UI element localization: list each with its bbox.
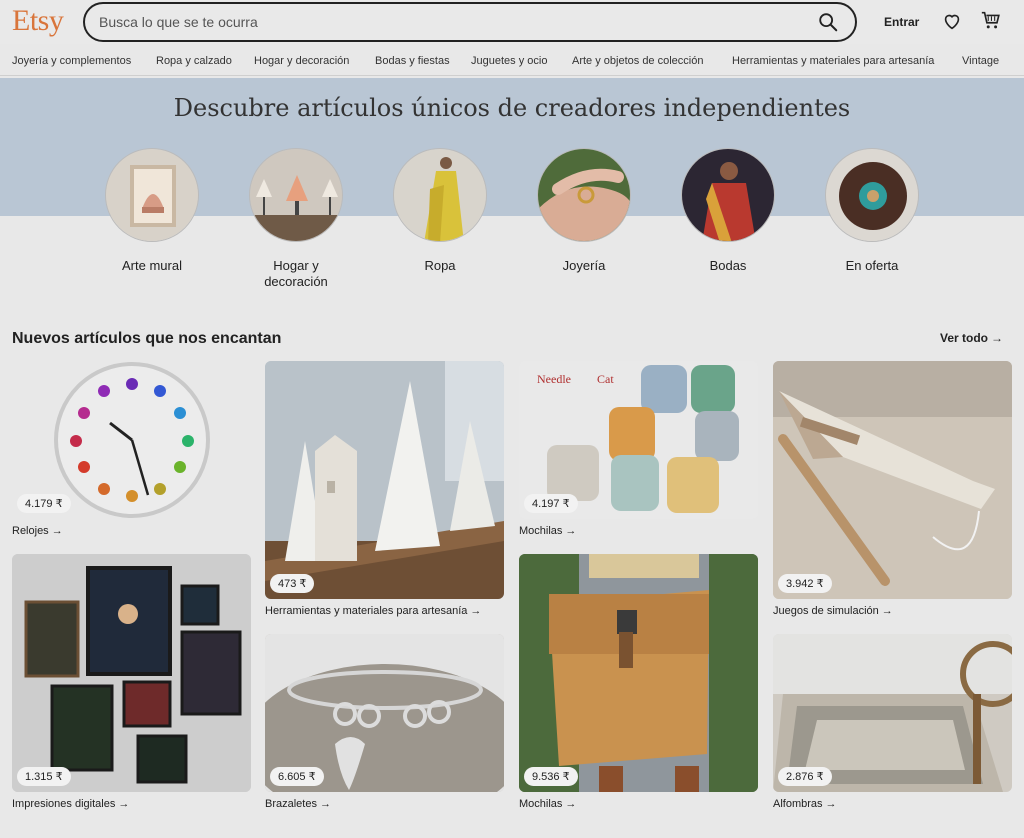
svg-text:Needle: Needle — [537, 372, 571, 386]
category-label: Arte mural — [122, 258, 182, 273]
see-all-link[interactable]: Ver todo → — [940, 331, 1003, 345]
nav-item-ropa[interactable]: Ropa y calzado — [156, 55, 232, 67]
category-oferta[interactable]: En oferta — [824, 148, 920, 274]
nav-item-bodas[interactable]: Bodas y fiestas — [375, 55, 450, 67]
arrow-right-icon: → — [470, 605, 482, 617]
product-image: Needle Cat 4.197 ₹ — [519, 361, 758, 519]
card-label: Herramientas y materiales para artesanía — [265, 605, 468, 617]
product-card-herramientas[interactable]: 473 ₹ Herramientas y materiales para art… — [265, 361, 504, 617]
arrow-right-icon: → — [881, 605, 893, 617]
product-category-link[interactable]: Mochilas → — [519, 798, 758, 810]
card-label: Relojes — [12, 525, 49, 537]
arrow-right-icon: → — [319, 798, 331, 810]
header: Etsy Entrar — [0, 0, 1024, 44]
nav-item-vintage[interactable]: Vintage — [962, 55, 999, 67]
nav-item-joyeria[interactable]: Joyería y complementos — [12, 55, 131, 67]
category-hogar[interactable]: Hogar y decoración — [248, 148, 344, 290]
category-nav: Joyería y complementos Ropa y calzado Ho… — [0, 52, 1024, 76]
product-image: 473 ₹ — [265, 361, 504, 599]
category-label: Bodas — [709, 258, 747, 273]
search-input[interactable] — [99, 12, 799, 32]
price-badge: 4.179 ₹ — [17, 494, 71, 513]
signin-button[interactable]: Entrar — [884, 15, 919, 29]
etsy-logo[interactable]: Etsy — [12, 4, 64, 38]
price-badge: 4.197 ₹ — [524, 494, 578, 513]
category-ropa[interactable]: Ropa — [392, 148, 488, 274]
product-image: 4.179 ₹ — [12, 361, 252, 519]
price-badge: 473 ₹ — [270, 574, 315, 593]
product-card-mochilas-2[interactable]: 9.536 ₹ Mochilas → — [519, 554, 758, 810]
price-badge: 1.315 ₹ — [17, 767, 71, 786]
arrow-right-icon: → — [51, 525, 63, 537]
category-label: En oferta — [845, 258, 899, 273]
see-all-label: Ver todo — [940, 331, 989, 345]
product-card-brazaletes[interactable]: 6.605 ₹ Brazaletes → — [265, 634, 504, 810]
product-card-impresiones[interactable]: 1.315 ₹ Impresiones digitales → — [12, 554, 251, 810]
product-image: 9.536 ₹ — [519, 554, 758, 792]
product-card-mochilas-1[interactable]: Needle Cat 4.197 ₹ Mochilas → — [519, 361, 758, 537]
category-image — [681, 148, 775, 242]
product-card-juegos[interactable]: 3.942 ₹ Juegos de simulación → — [773, 361, 1012, 617]
product-image: 3.942 ₹ — [773, 361, 1012, 599]
product-image: 2.876 ₹ — [773, 634, 1012, 792]
section-title: Nuevos artículos que nos encantan — [12, 330, 282, 347]
card-label: Brazaletes — [265, 798, 317, 810]
search-icon[interactable] — [817, 11, 839, 33]
arrow-right-icon: → — [118, 798, 130, 810]
category-label: Hogar y decoración — [264, 258, 328, 289]
product-card-relojes[interactable]: 4.179 ₹ Relojes → — [12, 361, 252, 537]
product-card-alfombras[interactable]: 2.876 ₹ Alfombras → — [773, 634, 1012, 810]
card-label: Mochilas — [519, 525, 563, 537]
price-badge: 9.536 ₹ — [524, 767, 578, 786]
product-image: 1.315 ₹ — [12, 554, 251, 792]
card-label: Mochilas — [519, 798, 563, 810]
arrow-right-icon: → — [991, 331, 1004, 345]
product-category-link[interactable]: Mochilas → — [519, 525, 758, 537]
arrow-right-icon: → — [565, 798, 577, 810]
arrow-right-icon: → — [565, 525, 577, 537]
category-bodas[interactable]: Bodas — [680, 148, 776, 274]
search-bar — [83, 2, 857, 42]
price-badge: 6.605 ₹ — [270, 767, 324, 786]
product-category-link[interactable]: Juegos de simulación → — [773, 605, 1012, 617]
product-category-link[interactable]: Alfombras → — [773, 798, 1012, 810]
hero-title: Descubre artículos únicos de creadores i… — [173, 94, 851, 122]
card-label: Juegos de simulación — [773, 605, 879, 617]
svg-text:Cat: Cat — [597, 372, 614, 386]
nav-item-arte[interactable]: Arte y objetos de colección — [572, 55, 703, 67]
category-image — [249, 148, 343, 242]
category-image — [393, 148, 487, 242]
price-badge: 2.876 ₹ — [778, 767, 832, 786]
category-image — [105, 148, 199, 242]
category-arte-mural[interactable]: Arte mural — [104, 148, 200, 274]
category-label: Joyería — [562, 258, 606, 273]
card-label: Impresiones digitales — [12, 798, 116, 810]
product-category-link[interactable]: Herramientas y materiales para artesanía… — [265, 605, 504, 617]
category-label: Ropa — [424, 258, 456, 273]
product-category-link[interactable]: Brazaletes → — [265, 798, 504, 810]
nav-item-herramientas[interactable]: Herramientas y materiales para artesanía — [732, 55, 934, 67]
nav-item-hogar[interactable]: Hogar y decoración — [254, 55, 349, 67]
price-badge: 3.942 ₹ — [778, 574, 832, 593]
card-label: Alfombras — [773, 798, 823, 810]
category-joyeria[interactable]: Joyería — [536, 148, 632, 274]
nav-item-juguetes[interactable]: Juguetes y ocio — [471, 55, 547, 67]
product-category-link[interactable]: Impresiones digitales → — [12, 798, 251, 810]
product-category-link[interactable]: Relojes → — [12, 525, 252, 537]
favorites-heart-icon[interactable] — [941, 10, 963, 32]
category-image — [825, 148, 919, 242]
arrow-right-icon: → — [825, 798, 837, 810]
product-image: 6.605 ₹ — [265, 634, 504, 792]
cart-icon[interactable] — [980, 9, 1002, 31]
category-image — [537, 148, 631, 242]
